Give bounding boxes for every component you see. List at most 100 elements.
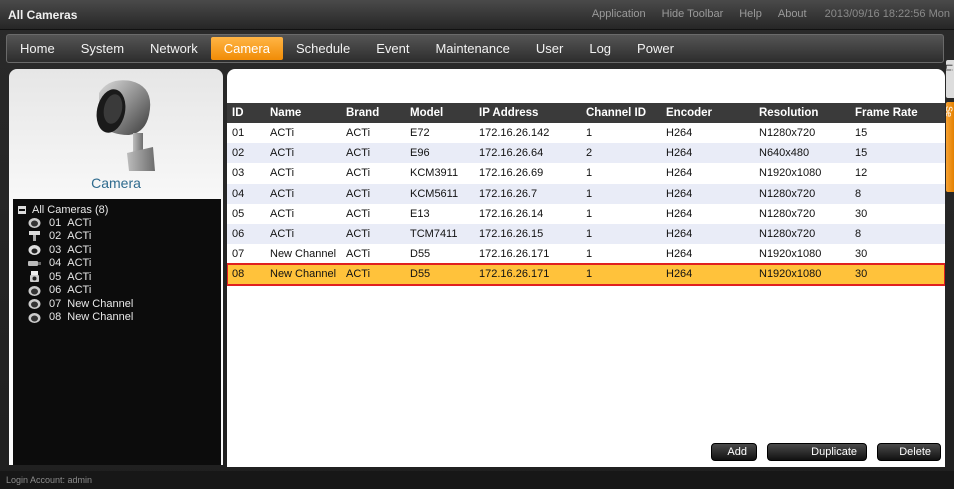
table-cell: ACTi: [346, 187, 371, 200]
table-cell: ACTi: [270, 127, 295, 140]
table-cell: E72: [410, 127, 430, 140]
table-row[interactable]: 02 ACTi ACTi E96 172.16.26.64 2 H264 N640x480 15: [227, 143, 945, 164]
tree-item-name: ACTi: [67, 257, 92, 270]
table-cell: H264: [666, 248, 693, 261]
col-ip-address[interactable]: IP Address: [474, 103, 581, 123]
table-cell: 1: [586, 187, 593, 200]
table-cell: D55: [410, 268, 431, 281]
table-cell: 1: [586, 167, 593, 180]
col-name[interactable]: Name: [265, 103, 341, 123]
collapse-icon[interactable]: [18, 205, 26, 214]
table-cell: 08: [232, 268, 245, 281]
menu-maintenance[interactable]: Maintenance: [422, 35, 522, 62]
dome-camera-icon: [28, 218, 41, 229]
tree-item-name: New Channel: [67, 311, 134, 324]
tree-item-06[interactable]: 06 ACTi: [13, 284, 221, 298]
login-account: Login Account: admin: [6, 475, 93, 485]
table-cell: 12: [855, 167, 868, 180]
menu-log[interactable]: Log: [576, 35, 624, 62]
table-cell: ACTi: [346, 127, 371, 140]
table-row[interactable]: 01 ACTi ACTi E72 172.16.26.142 1 H264 N1280x720…: [227, 123, 945, 144]
add-button[interactable]: Add: [711, 443, 757, 461]
menu-user[interactable]: User: [523, 35, 576, 62]
table-cell: N1280x720: [759, 207, 816, 220]
col-encoder[interactable]: Encoder: [661, 103, 754, 123]
tree-item-id: 05: [49, 270, 62, 283]
menu-event[interactable]: Event: [363, 35, 422, 62]
application-link[interactable]: Application: [592, 8, 646, 20]
tree-item-05[interactable]: 05 ACTi: [13, 270, 221, 284]
table-cell: H264: [666, 147, 693, 160]
about-link[interactable]: About: [778, 8, 807, 20]
col-id[interactable]: ID: [227, 103, 265, 123]
delete-button[interactable]: Delete: [877, 443, 941, 461]
table-cell: 30: [855, 268, 868, 281]
camera-sidebar: Camera All Cameras (8) 01 ACTi 02 ACTi 0…: [9, 69, 223, 465]
table-row[interactable]: 04 ACTi ACTi KCM5611 172.16.26.7 1 H264 N1280x7…: [227, 183, 945, 204]
table-cell: N1280x720: [759, 127, 816, 140]
table-cell: 01: [232, 127, 245, 140]
table-row[interactable]: 06 ACTi ACTi TCM7411 172.16.26.15 1 H264 N1280x…: [227, 223, 945, 245]
table-cell: 03: [232, 167, 245, 180]
side-tab-list-glyph: Li: [946, 64, 954, 72]
col-brand[interactable]: Brand: [341, 103, 405, 123]
col-resolution[interactable]: Resolution: [754, 103, 850, 123]
tree-item-03[interactable]: 03 ACTi: [13, 243, 221, 257]
table-cell: ACTi: [270, 228, 295, 241]
action-buttons: Add Duplicate Delete: [711, 443, 941, 461]
tree-root-label: All Cameras (8): [32, 203, 109, 216]
side-tab-list[interactable]: Li: [946, 60, 954, 98]
side-tab-setup[interactable]: Se: [946, 102, 954, 192]
table-cell: 05: [232, 207, 245, 220]
status-bar: Login Account: admin: [0, 471, 954, 489]
menu-power[interactable]: Power: [624, 35, 687, 62]
help-link[interactable]: Help: [739, 8, 762, 20]
table-cell: New Channel: [270, 268, 337, 281]
table-cell: New Channel: [270, 248, 337, 261]
menu-camera[interactable]: Camera: [210, 37, 283, 60]
table-cell: ACTi: [346, 268, 371, 281]
table-row[interactable]: 08 New Channel ACTi D55 172.16.26.171 1 H264 N1…: [227, 263, 945, 286]
col-frame-rate[interactable]: Frame Rate: [850, 103, 945, 123]
table-cell: 8: [855, 228, 862, 241]
table-cell: ACTi: [346, 147, 371, 160]
col-channel-id[interactable]: Channel ID: [581, 103, 661, 123]
tree-item-id: 06: [49, 284, 62, 297]
col-model[interactable]: Model: [405, 103, 474, 123]
tree-item-02[interactable]: 02 ACTi: [13, 230, 221, 244]
table-cell: 172.16.26.7: [479, 187, 538, 200]
menu-home[interactable]: Home: [7, 35, 68, 62]
tree-item-08[interactable]: 08 New Channel: [13, 311, 221, 325]
camera-caption: Camera: [91, 175, 141, 191]
table-row[interactable]: 07 New Channel ACTi D55 172.16.26.171 1 H264 N1…: [227, 244, 945, 265]
table-cell: 2: [586, 147, 593, 160]
hide-toolbar-link[interactable]: Hide Toolbar: [662, 8, 724, 20]
menu-system[interactable]: System: [68, 35, 137, 62]
table-cell: 172.16.26.142: [479, 127, 550, 140]
tree-item-name: ACTi: [67, 243, 92, 256]
tree-item-04[interactable]: 04 ACTi: [13, 257, 221, 271]
tree-item-id: 01: [49, 216, 62, 229]
table-cell: H264: [666, 268, 693, 281]
table-cell: N1920x1080: [759, 167, 822, 180]
tree-item-name: New Channel: [67, 297, 134, 310]
table-cell: 1: [586, 228, 593, 241]
window-title: All Cameras: [8, 8, 78, 22]
table-cell: KCM5611: [410, 187, 459, 200]
tree-item-07[interactable]: 07 New Channel: [13, 297, 221, 311]
title-bar: All Cameras Application Hide Toolbar Hel…: [0, 0, 954, 30]
table-cell: 15: [855, 127, 868, 140]
tree-root-all-cameras[interactable]: All Cameras (8): [13, 203, 221, 216]
table-row[interactable]: 03 ACTi ACTi KCM3911 172.16.26.69 1 H264 N1920x…: [227, 163, 945, 184]
table-cell: 172.16.26.64: [479, 147, 544, 160]
tree-item-id: 02: [49, 230, 62, 243]
tree-item-01[interactable]: 01 ACTi: [13, 216, 221, 230]
table-cell: H264: [666, 167, 693, 180]
menu-network[interactable]: Network: [137, 35, 211, 62]
table-cell: 8: [855, 187, 862, 200]
camera-illustration-icon: [96, 80, 155, 171]
table-cell: 30: [855, 248, 868, 261]
table-row[interactable]: 05 ACTi ACTi E13 172.16.26.14 1 H264 N1280x720 3…: [227, 203, 945, 224]
duplicate-button[interactable]: Duplicate: [767, 443, 867, 461]
menu-schedule[interactable]: Schedule: [283, 35, 363, 62]
